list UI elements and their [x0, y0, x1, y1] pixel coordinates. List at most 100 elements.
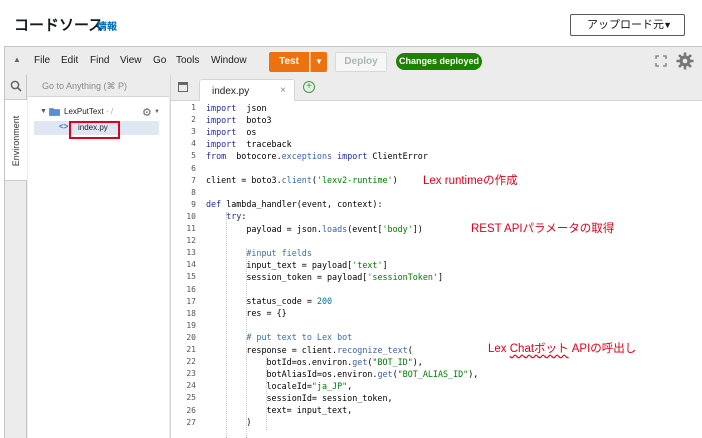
- code-token: ): [392, 175, 398, 186]
- code-token: lambda_handler(event, context):: [221, 199, 383, 210]
- code-line: import boto3: [206, 115, 272, 125]
- tab-menu-icon[interactable]: [178, 82, 188, 92]
- menu-view[interactable]: View: [120, 55, 142, 66]
- folder-icon: [49, 108, 60, 116]
- menu-find[interactable]: Find: [90, 55, 109, 66]
- annotation-chatbot-word: Chatボット: [509, 343, 569, 355]
- line-number-gutter: 1 2 3 4 5 6 7 8 9 10 11 12 13 14 15 16 17 18 19 20 21 22 23 24 2…: [171, 101, 202, 438]
- side-tab-strip: Environment: [5, 75, 27, 438]
- line-number: 26: [186, 405, 196, 415]
- code-line: import traceback: [206, 139, 292, 149]
- new-tab-plus-icon[interactable]: +: [303, 81, 315, 93]
- folder-name[interactable]: LexPutText: [64, 107, 104, 116]
- info-link[interactable]: 情報: [97, 18, 117, 33]
- code-line: import json: [206, 103, 267, 113]
- annotation-chatbot-prefix: Lex: [488, 343, 510, 355]
- line-number: 2: [191, 115, 196, 125]
- line-number: 24: [186, 381, 196, 391]
- code-token: json: [236, 102, 267, 113]
- code-token: exceptions: [281, 150, 333, 161]
- code-token: status_code =: [206, 296, 317, 307]
- tab-environment[interactable]: Environment: [5, 99, 27, 181]
- code-token: localeId=: [206, 380, 312, 391]
- menu-file[interactable]: File: [34, 55, 50, 66]
- tab-label: index.py: [212, 86, 250, 97]
- code-line: def lambda_handler(event, context):: [206, 199, 383, 209]
- code-token: "ja_JP": [311, 380, 348, 391]
- close-icon[interactable]: ×: [280, 85, 286, 96]
- menu-bar: ▲ File Edit Find View Go Tools Window Te…: [5, 47, 702, 75]
- search-icon[interactable]: [10, 80, 22, 92]
- menu-tools[interactable]: Tools: [176, 55, 199, 66]
- code-line: client = boto3.client('lexv2-runtime'): [206, 175, 398, 185]
- code-token: ClientError: [367, 150, 428, 161]
- code-token: ),: [468, 368, 479, 379]
- tree-settings-gear-icon[interactable]: ⚙: [142, 106, 152, 119]
- chevron-down-icon[interactable]: ▼: [40, 108, 47, 115]
- upload-from-button[interactable]: アップロード元 ▼: [570, 14, 685, 36]
- collapse-arrow-icon[interactable]: ▲: [13, 55, 21, 64]
- tab-index-py[interactable]: index.py ×: [199, 79, 295, 101]
- line-number: 11: [186, 224, 196, 233]
- code-line: payload = json.loads(event['body']): [206, 224, 423, 234]
- code-token: session_token = payload[: [206, 271, 368, 282]
- menu-go[interactable]: Go: [153, 55, 166, 66]
- test-button[interactable]: Test: [269, 52, 309, 72]
- code-line: response = client.recognize_text(: [206, 344, 413, 355]
- code-line: status_code = 200: [206, 296, 332, 306]
- line-number: 23: [186, 369, 196, 379]
- code-token: import: [206, 126, 237, 137]
- code-token: ,: [347, 380, 353, 391]
- code-token: ]: [382, 259, 388, 270]
- code-token: os: [236, 126, 257, 137]
- line-number: 5: [191, 151, 196, 161]
- code-line: import os: [206, 127, 256, 137]
- line-number: 22: [186, 357, 196, 367]
- code-token: 'text': [352, 259, 383, 270]
- line-number: 15: [186, 272, 196, 282]
- code-line: botId=os.environ.get("BOT_ID"),: [206, 357, 423, 367]
- deploy-button[interactable]: Deploy: [335, 52, 387, 72]
- code-token: 'sessionToken': [367, 271, 438, 282]
- code-token: import: [206, 114, 237, 125]
- code-line: localeId="ja_JP",: [206, 380, 353, 391]
- code-token: try: [226, 211, 242, 222]
- caret-down-icon[interactable]: ▼: [154, 109, 160, 115]
- code-line: input_text = payload['text']: [206, 259, 388, 270]
- code-area[interactable]: import json import boto3 import os import t…: [206, 101, 701, 438]
- go-to-anything-input[interactable]: Go to Anything (⌘ P): [28, 75, 169, 97]
- code-token: (event[: [347, 223, 383, 234]
- code-token: (: [407, 344, 413, 355]
- code-token: get: [352, 356, 368, 367]
- line-number: 13: [186, 248, 196, 258]
- code-line: text= input_text,: [206, 405, 353, 415]
- line-number: 1: [191, 103, 196, 112]
- code-editor-ide: ▲ File Edit Find View Go Tools Window Te…: [4, 46, 702, 438]
- line-number: 4: [191, 139, 196, 149]
- code-token: input_text = payload[: [206, 259, 353, 270]
- code-token: 'body': [382, 223, 413, 234]
- upload-button-label: アップロード元: [587, 19, 664, 31]
- code-token: get: [377, 368, 393, 379]
- gear-icon[interactable]: [676, 52, 694, 70]
- code-token: ]): [412, 223, 423, 234]
- code-token: import: [206, 102, 237, 113]
- code-token: recognize_text: [337, 344, 408, 355]
- menu-edit[interactable]: Edit: [61, 55, 78, 66]
- line-number: 27: [186, 417, 196, 427]
- line-number: 9: [191, 199, 196, 209]
- code-line: from botocore.exceptions import ClientEr…: [206, 151, 428, 161]
- line-number: 12: [186, 236, 196, 246]
- annotation-lex-runtime: Lex runtimeの作成: [423, 175, 518, 187]
- line-number: 7: [191, 175, 196, 185]
- menu-window[interactable]: Window: [211, 55, 247, 66]
- code-token: "BOT_ALIAS_ID": [397, 368, 469, 379]
- code-line: #input fields: [206, 248, 312, 258]
- caret-down-icon: ▼: [663, 20, 672, 30]
- code-token: from: [206, 150, 227, 161]
- fullscreen-icon[interactable]: [655, 55, 667, 67]
- code-token: loads: [321, 223, 348, 234]
- test-dropdown-caret-icon[interactable]: ▼: [310, 52, 327, 72]
- code-token: def: [206, 199, 222, 210]
